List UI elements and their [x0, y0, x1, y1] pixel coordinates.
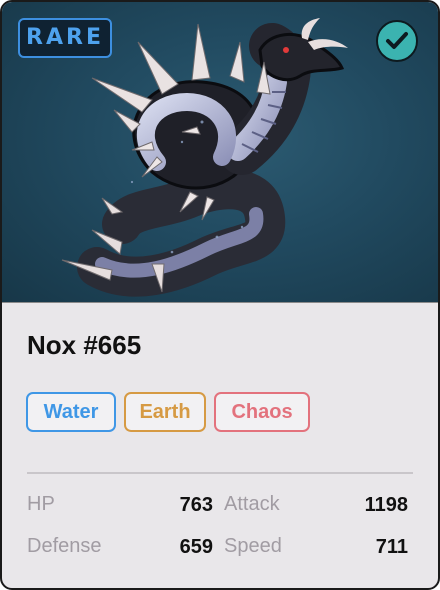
creature-card[interactable]: RARE Nox #665 Water Earth Chaos HP 763 A… [0, 0, 440, 590]
stat-label-hp: HP [27, 493, 55, 515]
tag-earth[interactable]: Earth [124, 392, 206, 432]
verified-badge[interactable] [376, 20, 418, 62]
stat-value-attack: 1198 [364, 494, 408, 516]
stat-label-attack: Attack [224, 493, 280, 515]
creature-name: Nox #665 [27, 330, 142, 360]
rarity-badge: RARE [18, 18, 112, 58]
stat-value-speed: 711 [375, 536, 408, 558]
checkmark-icon [386, 32, 408, 49]
stat-value-hp: 763 [179, 494, 213, 516]
tag-water[interactable]: Water [26, 392, 116, 432]
divider [27, 472, 413, 474]
creature-artwork: RARE [2, 2, 438, 303]
tag-chaos[interactable]: Chaos [214, 392, 310, 432]
stat-label-speed: Speed [224, 535, 282, 557]
stat-label-defense: Defense [27, 535, 102, 557]
stat-value-defense: 659 [179, 536, 213, 558]
